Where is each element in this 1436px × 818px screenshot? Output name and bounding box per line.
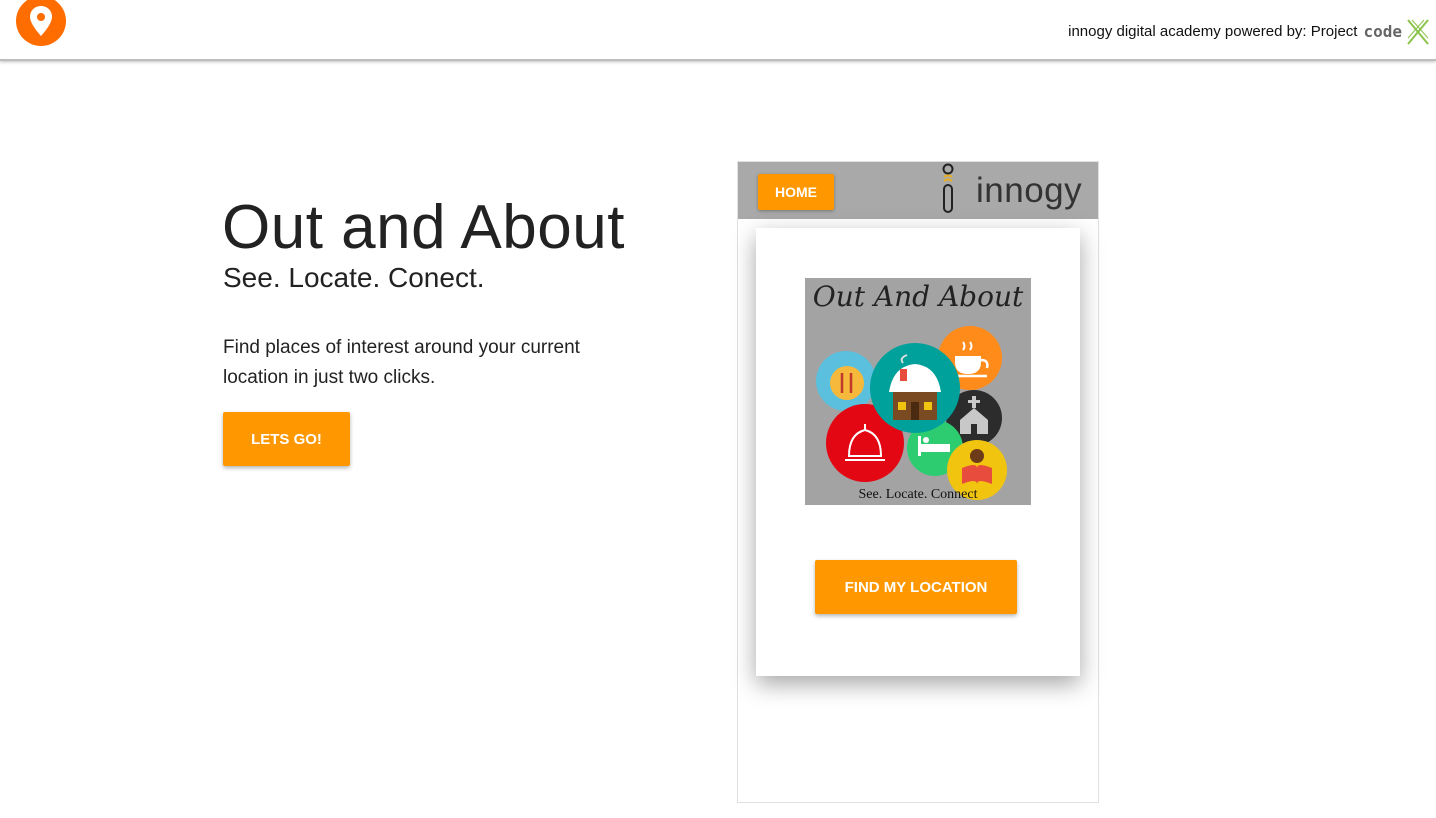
innogy-logo: innogy bbox=[938, 163, 1098, 215]
poster-icons bbox=[816, 326, 1007, 500]
phone-mockup: HOME innogy Out And About See. Locate. C… bbox=[737, 161, 1099, 803]
innogy-wordmark: innogy bbox=[976, 171, 1083, 210]
location-pin-icon bbox=[30, 6, 52, 36]
app-card: Out And About See. Locate. Connect FIND … bbox=[756, 228, 1080, 676]
house-icon bbox=[870, 343, 960, 433]
poster-tagline: See. Locate. Connect bbox=[858, 487, 978, 502]
code-x-icon bbox=[1407, 19, 1429, 45]
hero-subtitle: See. Locate. Conect. bbox=[223, 262, 485, 293]
hero-title: Out and About bbox=[222, 193, 625, 262]
credit-line: innogy digital academy powered by: Proje… bbox=[1068, 16, 1430, 46]
out-and-about-poster: Out And About See. Locate. Connect bbox=[805, 278, 1031, 505]
app-logo[interactable] bbox=[16, 0, 66, 46]
hero-description: Find places of interest around your curr… bbox=[223, 337, 580, 388]
innogy-i-icon bbox=[942, 163, 954, 213]
top-bar: innogy digital academy powered by: Proje… bbox=[0, 0, 1436, 61]
find-my-location-button[interactable]: FIND MY LOCATION bbox=[815, 560, 1017, 614]
phone-app-bar: HOME innogy bbox=[738, 162, 1098, 219]
project-code-logo-text: code bbox=[1363, 21, 1402, 41]
lets-go-button[interactable]: LETS GO! bbox=[223, 412, 350, 466]
credit-text: innogy digital academy powered by: Proje… bbox=[1068, 22, 1358, 40]
fork-knife-icon bbox=[816, 351, 876, 411]
home-button[interactable]: HOME bbox=[758, 174, 834, 210]
